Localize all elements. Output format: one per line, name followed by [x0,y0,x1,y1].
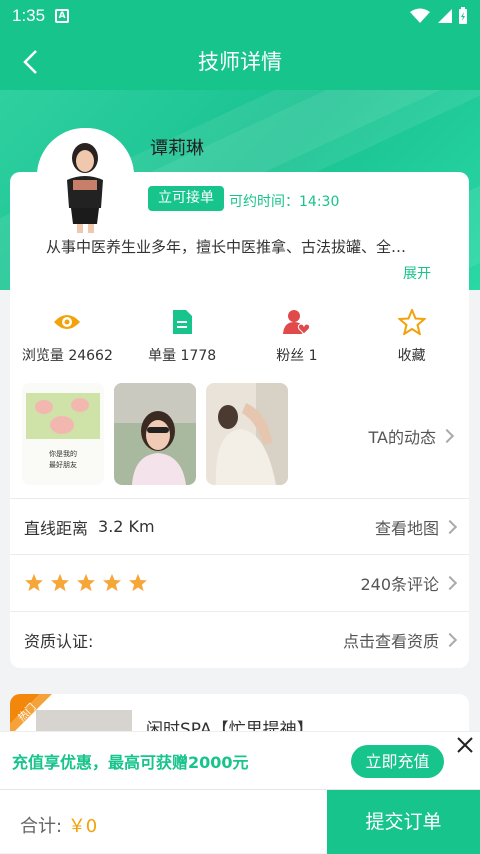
submit-order-button[interactable]: 提交订单 [327,790,480,854]
photo-caption-1: 你是我的 [49,449,77,458]
total-amount: ￥0 [67,816,98,837]
star-outline-icon [397,309,426,335]
star-filled-icon [77,573,95,592]
view-map-link[interactable]: 查看地图 [374,515,458,539]
app-notification-icon: A [55,9,70,23]
view-map-label: 查看地图 [374,518,439,538]
back-arrow-icon [23,50,37,74]
stat-orders: 单量 1778 [125,307,240,365]
promo-text: 充值享优惠，最高可获赠2000元 [12,752,249,772]
available-badge: 立可接单 [148,186,224,211]
view-certification-link[interactable]: 点击查看资质 [342,628,458,652]
close-icon[interactable] [454,734,476,756]
dynamic-photo[interactable]: 你是我的 最好朋友 [22,383,104,485]
photo-caption-2: 最好朋友 [49,460,77,469]
certification-label: 资质认证: [24,631,94,651]
ta-dynamics-label: TA的动态 [368,428,436,447]
fans-icon [282,310,311,335]
rating-row: 240条评论 [10,554,469,610]
recharge-promo-banner: 充值享优惠，最高可获赠2000元 立即充值 [0,731,480,789]
wifi-icon [410,8,430,23]
total-label: 合计: [20,816,63,837]
massage-image [206,383,288,485]
status-bar: 1:35 A [0,0,480,32]
dynamics-photos: 你是我的 最好朋友 [22,383,288,485]
star-filled-icon [51,573,69,592]
appointment-time: 可约时间：14:30 [229,194,340,210]
status-time: 1:35 [12,6,46,25]
reviews-link[interactable]: 240条评论 [360,571,458,595]
dynamic-photo[interactable] [114,383,196,485]
stat-fans-label: 粉丝 1 [276,348,318,364]
technician-description: 从事中医养生业多年，擅长中医推拿、古法拔罐、全… [46,238,407,256]
cartoon-pigs-image: 你是我的 最好朋友 [22,383,104,485]
dynamic-photo[interactable] [206,383,288,485]
chevron-right-icon [439,428,455,444]
chevron-right-icon [442,575,458,590]
chevron-right-icon [442,519,458,534]
technician-name: 谭莉琳 [150,138,204,159]
star-filled-icon [103,573,121,592]
status-icons [410,7,468,25]
stat-views: 浏览量 24662 [10,307,125,365]
rating-stars [24,573,148,592]
nav-header: 技师详情 [0,32,480,90]
stat-fans[interactable]: 粉丝 1 [240,307,355,365]
distance-value: 3.2 Km [98,517,155,536]
stat-orders-label: 单量 1778 [148,348,217,364]
total-price: 合计: ￥0 [20,812,97,838]
star-filled-icon [129,573,147,592]
certification-row: 资质认证: 点击查看资质 [10,611,469,667]
expand-link[interactable]: 展开 [403,263,431,283]
avatar[interactable] [37,128,134,233]
favorite-label: 收藏 [397,348,426,364]
stats-row: 浏览量 24662 单量 1778 粉丝 1 收藏 [10,307,469,365]
view-certification-label: 点击查看资质 [342,631,439,651]
distance-label: 直线距离 [24,518,89,538]
stat-views-label: 浏览量 24662 [21,348,113,364]
distance-row: 直线距离 3.2 Km 查看地图 [10,498,469,554]
selfie-image [114,383,196,485]
chevron-right-icon [442,632,458,647]
ta-dynamics-link[interactable]: TA的动态 [368,424,455,448]
document-icon [173,310,193,334]
recharge-button[interactable]: 立即充值 [351,745,444,778]
battery-icon [459,7,467,24]
avatar-image [37,128,134,233]
reviews-count: 240条评论 [360,574,439,594]
star-filled-icon [25,573,43,592]
eye-icon [54,315,81,329]
page-title: 技师详情 [198,50,282,74]
back-button[interactable] [16,48,44,76]
favorite-button[interactable]: 收藏 [354,307,469,365]
signal-icon [438,9,452,23]
bottom-bar: 合计: ￥0 提交订单 [0,789,480,854]
